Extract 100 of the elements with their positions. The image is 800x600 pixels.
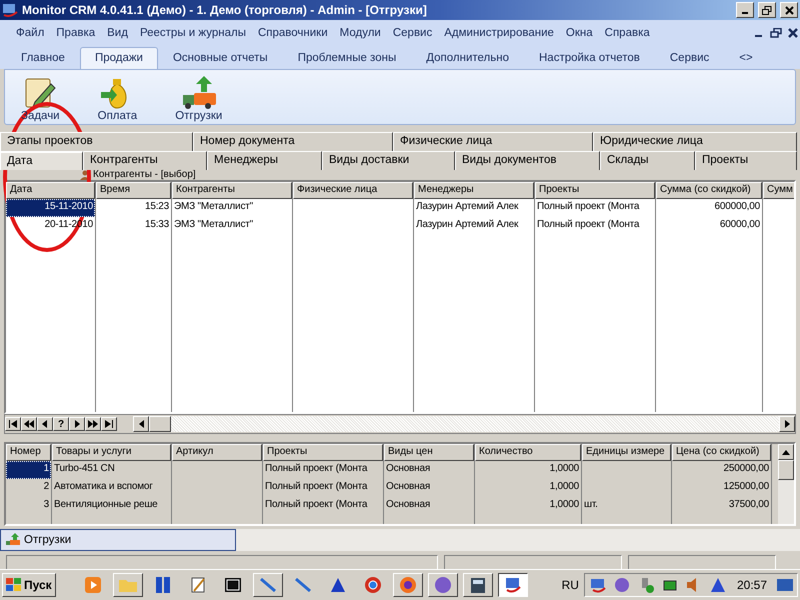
ribbon-tab[interactable]: Сервис (654, 47, 724, 69)
app-icon (2, 3, 18, 17)
table-cell-text: Полный проект (Монта (264, 480, 368, 494)
column-header[interactable]: Проекты (535, 182, 655, 199)
menu-item[interactable]: Реестры и журналы (134, 26, 252, 38)
menu-item[interactable]: Модули (334, 26, 387, 38)
table-cell-text: Полный проект (Монта (264, 462, 368, 476)
scrollbar[interactable] (133, 416, 795, 432)
menu-item[interactable]: Вид (101, 26, 134, 38)
column-header[interactable]: Товары и услуги (52, 444, 171, 461)
restore-button[interactable] (758, 2, 776, 18)
taskbar-button[interactable] (498, 573, 528, 597)
column-header[interactable]: Цена (со скидкой) (672, 444, 771, 461)
truck-icon (5, 533, 21, 547)
table-cell-text: ЭМЗ "Металлист" (173, 218, 254, 232)
filter-tab[interactable]: Виды документов (455, 151, 600, 170)
last-record-button[interactable] (101, 417, 117, 431)
table-cell-text: Основная (385, 498, 432, 512)
column-header[interactable]: Виды цен (384, 444, 474, 461)
ribbon-tab[interactable]: Продажи (80, 47, 158, 69)
filter-tab[interactable]: Склады (600, 151, 695, 170)
menu-item[interactable]: Правка (50, 26, 102, 38)
table-cell-text: Полный проект (Монта (536, 200, 640, 214)
menu-item[interactable]: Справка (598, 26, 656, 38)
filter-tab[interactable]: Юридические лица (593, 132, 797, 151)
column-header[interactable]: Количество (475, 444, 581, 461)
previous-record-button[interactable] (37, 417, 53, 431)
start-button[interactable]: Пуск (2, 573, 56, 597)
column-header[interactable]: Сумма (со скидкой) (656, 182, 762, 199)
arrow-icon (72, 420, 82, 428)
ribbon-button[interactable]: Отгрузки (167, 70, 230, 124)
menu-item[interactable]: Окна (560, 26, 599, 38)
column-header[interactable]: Сумм (763, 182, 794, 199)
ribbon-tab[interactable]: Основные отчеты (158, 47, 283, 69)
next-record-button[interactable] (69, 417, 85, 431)
column-header[interactable]: Артикул (172, 444, 262, 461)
table-cell-text: 60000,00 (718, 218, 761, 232)
monitor-icon[interactable] (588, 576, 607, 594)
menu-item[interactable]: Сервис (386, 26, 438, 38)
filter-tab[interactable]: Этапы проектов (0, 132, 193, 151)
ribbon-tab[interactable]: Главное (6, 47, 80, 69)
table-cell-text: Основная (385, 480, 432, 494)
menu-item[interactable]: Администрирование (438, 26, 560, 38)
previous-page-button[interactable] (21, 417, 37, 431)
close-button[interactable] (780, 2, 798, 18)
table-cell-text: 37500,00 (728, 498, 770, 512)
help-button[interactable]: ? (53, 417, 69, 431)
window-tab[interactable]: Отгрузки (0, 529, 236, 551)
column-header[interactable]: Менеджеры (414, 182, 534, 199)
next-page-button[interactable] (85, 417, 101, 431)
ribbon-tab[interactable]: Настройка отчетов (524, 47, 655, 69)
filter-tab[interactable]: Виды доставки (322, 151, 455, 170)
column-header[interactable]: Дата (6, 182, 95, 199)
arrow-icon (24, 420, 34, 428)
column-header[interactable]: Контрагенты (172, 182, 292, 199)
restore-icon[interactable] (770, 28, 782, 38)
table-cell-text: Лазурин Артемий Алек (415, 218, 520, 232)
filter-tab[interactable]: Дата (0, 151, 83, 170)
arrow-icon (88, 420, 98, 428)
filter-tab[interactable]: Проекты (695, 151, 797, 170)
arrow-icon (8, 420, 18, 428)
menu-item[interactable]: Справочники (252, 26, 334, 38)
table-cell-text: Лазурин Артемий Алек (415, 200, 520, 214)
table-cell-text: Turbo-451 CN (53, 462, 116, 476)
arrow-icon (104, 420, 114, 428)
ribbon-tab[interactable]: <> (724, 47, 768, 69)
ribbon-button[interactable]: Оплата (90, 70, 146, 124)
arrow-icon (40, 420, 50, 428)
table-cell-text: ЭМЗ "Металлист" (173, 200, 254, 214)
table-cell-text: 3 (42, 498, 50, 512)
column-header[interactable]: Время (96, 182, 171, 199)
window-title: Monitor CRM 4.0.41.1 (Демо) - 1. Демо (торговля) - Admin - [Отгрузки] (22, 3, 428, 17)
table-cell-text: 1,0000 (548, 498, 580, 512)
menu-item[interactable]: Файл (10, 26, 50, 38)
column-header[interactable]: Номер (6, 444, 51, 461)
table-cell-text: 15:23 (144, 200, 170, 214)
close-icon[interactable] (788, 28, 798, 38)
column-header[interactable]: Проекты (263, 444, 383, 461)
triangle-icon[interactable] (708, 576, 727, 594)
language-indicator[interactable]: RU (562, 578, 579, 592)
table-cell-text: Полный проект (Монта (264, 498, 368, 512)
scrollbar[interactable] (778, 444, 794, 524)
column-header[interactable]: Физические лица (293, 182, 413, 199)
table-cell-text: 600000,00 (714, 200, 761, 214)
table-cell-text: 15:33 (144, 218, 170, 232)
table-cell-text: Основная (385, 462, 432, 476)
table-cell: 15-11-2010 (6, 199, 95, 217)
minimize-button[interactable] (736, 2, 754, 18)
ribbon-tab[interactable]: Дополнительно (411, 47, 524, 69)
table-cell-text: 1,0000 (548, 480, 580, 494)
ribbon-tab[interactable]: Проблемные зоны (282, 47, 412, 69)
scroll-thumb[interactable] (149, 416, 171, 432)
column-header[interactable]: Единицы измере (582, 444, 671, 461)
filter-tab[interactable]: Физические лица (393, 132, 593, 151)
first-record-button[interactable] (5, 417, 21, 431)
filter-tab[interactable]: Номер документа (193, 132, 393, 151)
filter-tab[interactable]: Менеджеры (207, 151, 322, 170)
table-cell-text: 250000,00 (722, 462, 770, 476)
desktop-icon[interactable] (777, 578, 793, 592)
filter-tab[interactable]: Контрагенты (83, 151, 207, 170)
